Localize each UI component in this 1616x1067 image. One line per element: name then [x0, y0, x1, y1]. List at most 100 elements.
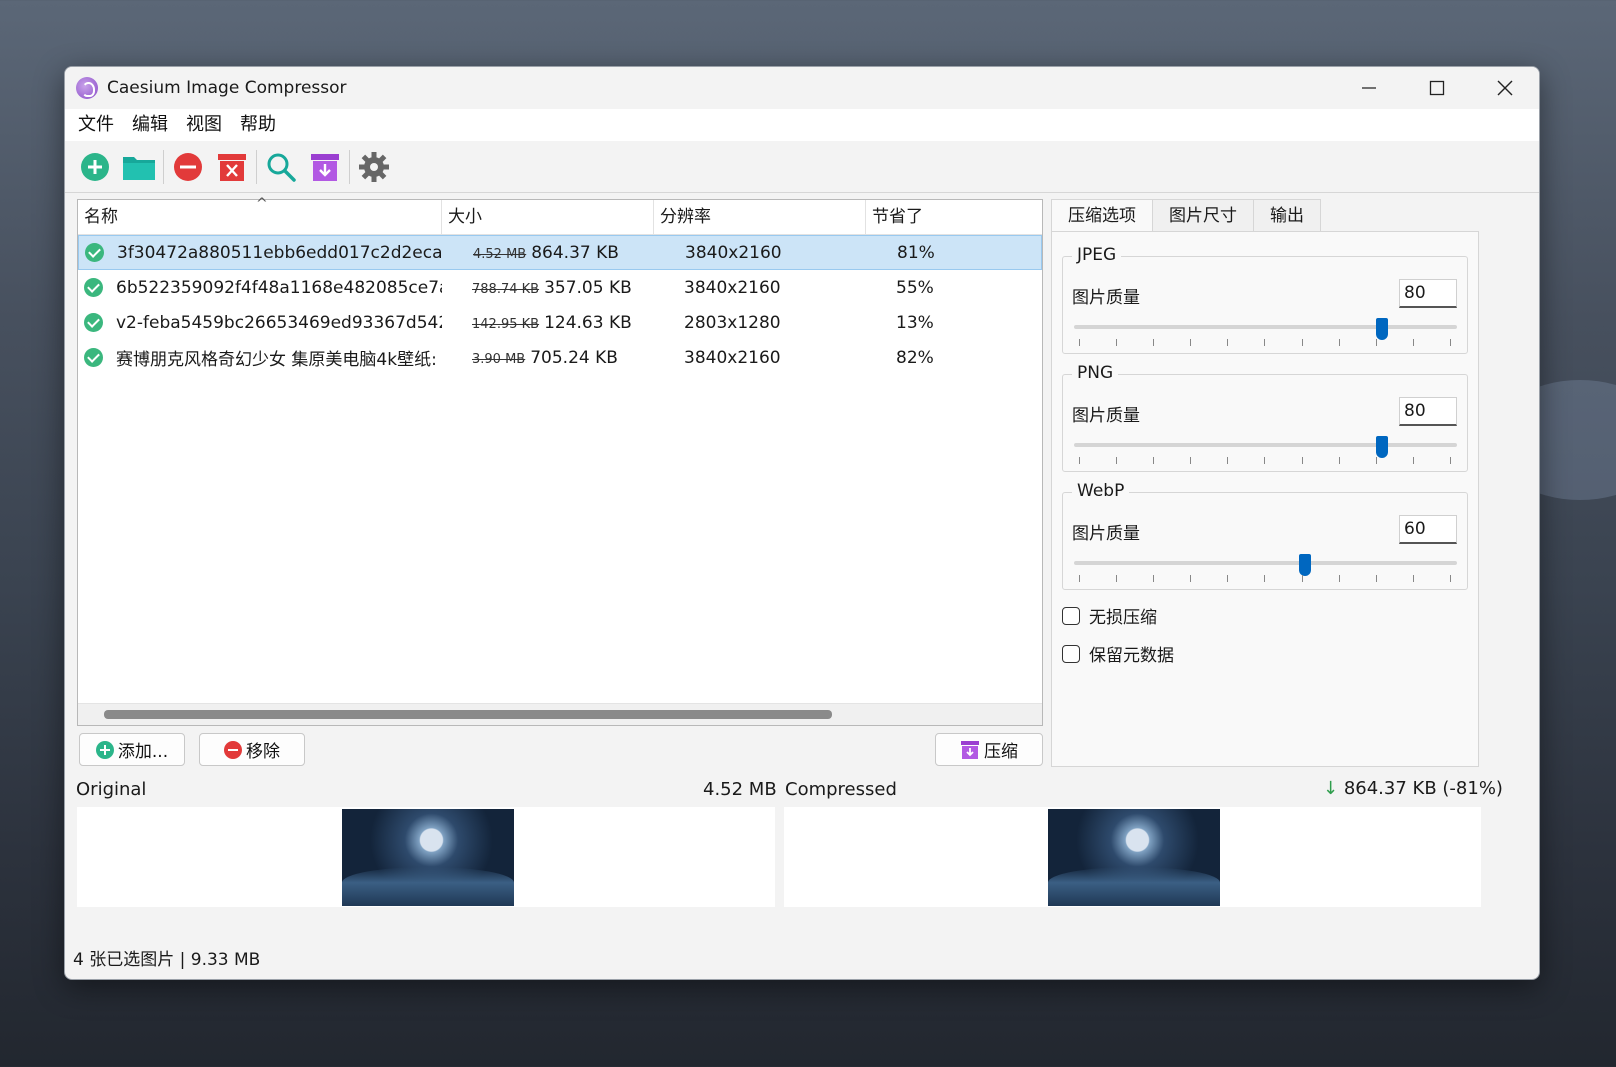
close-button[interactable] — [1471, 67, 1539, 109]
file-name: 赛博朋克风格奇幻少女 集原美电脑4k壁纸: — [116, 350, 437, 370]
preview-button[interactable] — [259, 145, 303, 189]
lossless-label: 无损压缩 — [1089, 608, 1157, 628]
status-bar: 4 张已选图片 | 9.33 MB — [73, 950, 261, 970]
menu-edit[interactable]: 编辑 — [123, 109, 177, 141]
png-quality-slider[interactable] — [1074, 443, 1457, 447]
compressed-size: 357.05 KB — [544, 277, 632, 298]
webp-quality-input[interactable]: 60 — [1399, 515, 1457, 544]
down-arrow-icon: ↓ — [1323, 778, 1339, 799]
file-saved: 81% — [897, 242, 935, 263]
clear-list-button[interactable] — [210, 145, 254, 189]
png-quality-input[interactable]: 80 — [1399, 397, 1457, 426]
original-size: 4.52 MB — [473, 246, 527, 262]
add-button[interactable]: 添加... — [79, 733, 185, 766]
check-circle-icon — [84, 278, 103, 297]
jpeg-quality-input[interactable]: 80 — [1399, 279, 1457, 308]
column-resolution[interactable]: 分辨率 — [654, 200, 866, 234]
add-folder-button[interactable] — [117, 145, 161, 189]
maximize-icon — [1429, 80, 1445, 96]
file-saved: 13% — [896, 312, 934, 333]
check-circle-icon — [84, 313, 103, 332]
gear-icon — [359, 151, 389, 182]
add-button-label: 添加... — [117, 742, 169, 762]
webp-slider-thumb[interactable] — [1299, 554, 1311, 576]
file-row[interactable]: 3f30472a880511ebb6edd017c2d2eca2. 4.52 M… — [78, 235, 1042, 270]
close-icon — [1497, 80, 1513, 96]
tab-resize[interactable]: 图片尺寸 — [1152, 199, 1254, 232]
file-resolution: 3840x2160 — [684, 277, 781, 298]
jpeg-title: JPEG — [1072, 245, 1122, 265]
file-row[interactable]: v2-feba5459bc26653469ed93367d542f 142.95… — [78, 305, 1042, 340]
compressed-size: 864.37 KB — [531, 242, 619, 263]
add-circle-icon — [81, 152, 109, 181]
toolbar-separator — [163, 149, 164, 184]
settings-button[interactable] — [352, 145, 396, 189]
column-size[interactable]: 大小 — [442, 200, 654, 234]
check-circle-icon — [85, 243, 104, 262]
minimize-icon — [1362, 87, 1376, 89]
file-saved: 55% — [896, 277, 934, 298]
png-group: PNG 图片质量 80 — [1062, 363, 1468, 472]
tab-output[interactable]: 输出 — [1253, 199, 1321, 232]
compressed-label: Compressed — [785, 779, 897, 800]
compress-button[interactable]: 压缩 — [935, 733, 1043, 766]
toolbar-separator — [349, 149, 350, 184]
original-size: 3.90 MB — [472, 351, 526, 367]
slider-ticks — [1079, 339, 1451, 346]
keep-metadata-label: 保留元数据 — [1089, 646, 1174, 666]
horizontal-scrollbar[interactable] — [78, 703, 1042, 725]
folder-icon — [123, 156, 155, 180]
maximize-button[interactable] — [1403, 67, 1471, 109]
png-title: PNG — [1072, 363, 1119, 383]
compressed-size-label: 864.37 KB (-81%) — [1343, 778, 1503, 799]
lossless-checkbox[interactable] — [1062, 606, 1080, 625]
webp-quality-label: 图片质量 — [1072, 524, 1140, 544]
original-preview[interactable] — [77, 807, 775, 907]
check-circle-icon — [84, 348, 103, 367]
compress-toolbar-button[interactable] — [303, 145, 347, 189]
menu-help[interactable]: 帮助 — [231, 109, 285, 141]
original-size: 142.95 KB — [472, 316, 540, 332]
menu-view[interactable]: 视图 — [177, 109, 231, 141]
window-title: Caesium Image Compressor — [107, 78, 347, 98]
png-slider-thumb[interactable] — [1376, 436, 1388, 458]
add-files-button[interactable] — [73, 145, 117, 189]
menu-file[interactable]: 文件 — [69, 109, 123, 141]
original-size: 788.74 KB — [472, 281, 540, 297]
compress-icon — [961, 740, 979, 759]
compress-icon — [311, 153, 339, 181]
tab-compression[interactable]: 压缩选项 — [1051, 199, 1153, 232]
options-tabs: 压缩选项 图片尺寸 输出 — [1051, 199, 1479, 232]
remove-button-bottom[interactable]: 移除 — [199, 733, 305, 766]
png-quality-label: 图片质量 — [1072, 406, 1140, 426]
file-row[interactable]: 赛博朋克风格奇幻少女 集原美电脑4k壁纸: 3.90 MB 705.24 KB 3… — [78, 340, 1042, 375]
lossless-checkbox-row[interactable]: 无损压缩 — [1062, 603, 1157, 628]
compression-options: JPEG 图片质量 80 PNG 图片质量 80 WebP 图片质量 60 无损… — [1051, 231, 1479, 767]
compressed-preview[interactable] — [784, 807, 1481, 907]
remove-circle-icon — [174, 152, 202, 181]
slider-ticks — [1079, 575, 1451, 582]
scrollbar-thumb[interactable] — [104, 710, 832, 719]
app-window: Caesium Image Compressor 文件 编辑 视图 帮助 ^ 名… — [64, 66, 1540, 980]
jpeg-group: JPEG 图片质量 80 — [1062, 245, 1468, 354]
file-row[interactable]: 6b522359092f4f48a1168e482085ce7a.j 788.7… — [78, 270, 1042, 305]
file-list[interactable]: ^ 名称 大小 分辨率 节省了 3f30472a880511ebb6edd017… — [77, 196, 1043, 726]
file-resolution: 3840x2160 — [684, 347, 781, 368]
minimize-button[interactable] — [1335, 67, 1403, 109]
jpeg-slider-thumb[interactable] — [1376, 318, 1388, 340]
remove-button[interactable] — [166, 145, 210, 189]
webp-title: WebP — [1072, 481, 1130, 501]
slider-ticks — [1079, 457, 1451, 464]
compressed-size: 705.24 KB — [530, 347, 618, 368]
webp-quality-slider[interactable] — [1074, 561, 1457, 565]
compress-button-label: 压缩 — [984, 742, 1018, 762]
column-saved[interactable]: 节省了 — [866, 200, 1042, 234]
jpeg-quality-slider[interactable] — [1074, 325, 1457, 329]
search-icon — [267, 153, 296, 182]
keep-metadata-checkbox[interactable] — [1062, 644, 1080, 663]
file-name: 3f30472a880511ebb6edd017c2d2eca2. — [117, 242, 443, 263]
webp-group: WebP 图片质量 60 — [1062, 481, 1468, 590]
original-label: Original — [76, 779, 147, 800]
toolbar — [65, 141, 1539, 193]
keep-metadata-checkbox-row[interactable]: 保留元数据 — [1062, 641, 1174, 666]
